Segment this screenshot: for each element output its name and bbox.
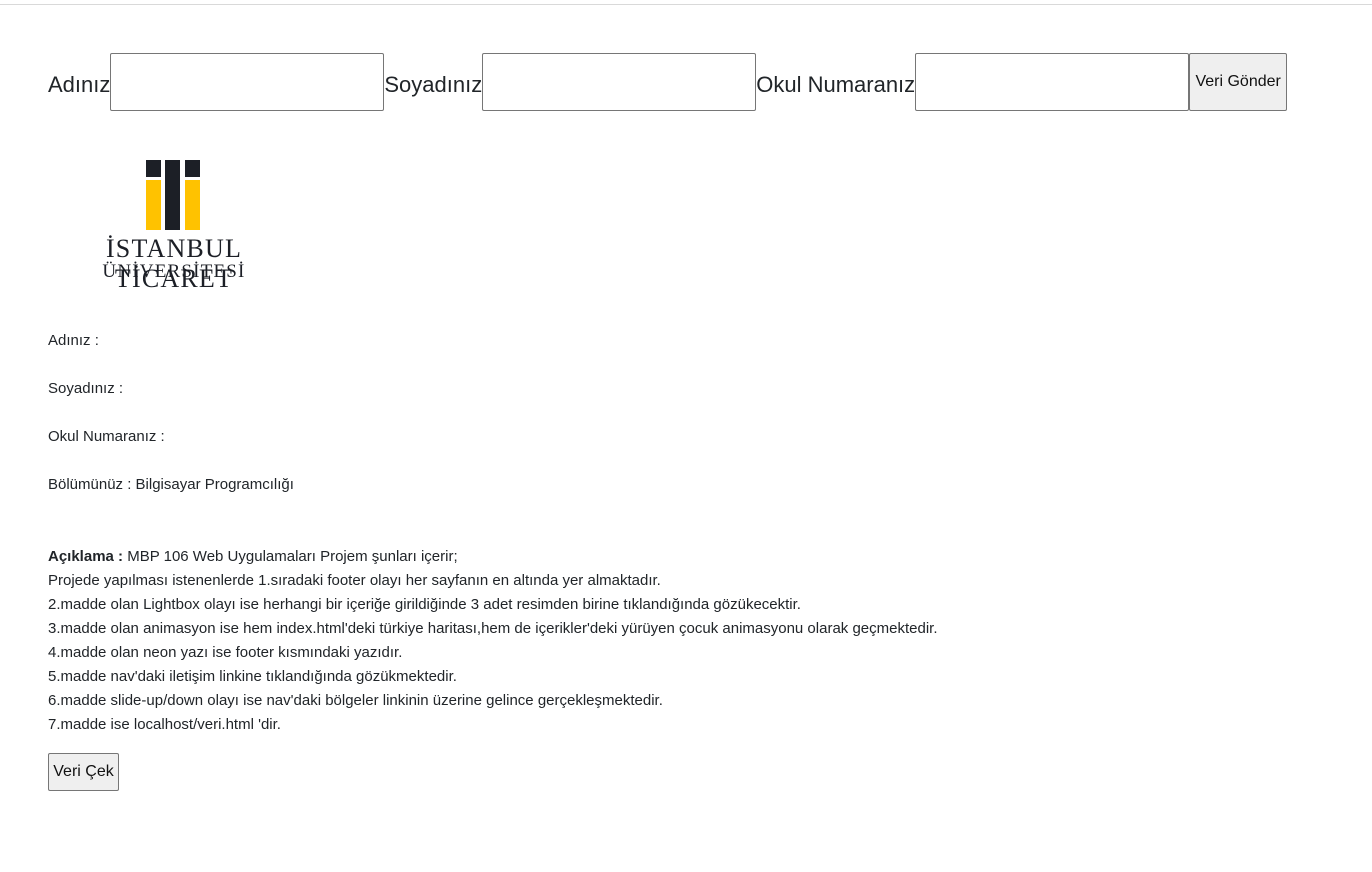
last-name-label: Soyadınız [384,72,483,97]
description-block: Açıklama : MBP 106 Web Uygulamaları Proj… [48,545,938,737]
university-logo: İSTANBUL TİCARET ÜNİVERSİTESİ [48,160,300,293]
info-first-name: Adınız : [48,332,99,349]
description-line: 2.madde olan Lightbox olayı ise herhangi… [48,596,801,613]
submit-button[interactable]: Veri Gönder [1189,53,1288,111]
top-divider [0,4,1372,5]
description-line: 4.madde olan neon yazı ise footer kısmın… [48,644,403,661]
student-number-input[interactable] [915,53,1190,111]
first-name-label: Adınız [48,72,111,97]
description-line: 3.madde olan animasyon ise hem index.htm… [48,620,938,637]
logo-university-subtitle: ÜNİVERSİTESİ [102,261,246,282]
description-line: 6.madde slide-up/down olayı ise nav'daki… [48,692,663,709]
description-line: 5.madde nav'daki iletişim linkine tıklan… [48,668,457,685]
info-student-number: Okul Numaranız : [48,428,165,445]
description-line: 7.madde ise localhost/veri.html 'dir. [48,716,281,733]
description-intro: MBP 106 Web Uygulamaları Projem şunları … [123,548,458,565]
info-last-name: Soyadınız : [48,380,124,397]
description-line: Projede yapılması istenenlerde 1.sıradak… [48,572,661,589]
description-heading: Açıklama : [48,548,124,565]
fetch-data-button[interactable]: Veri Çek [48,753,119,791]
first-name-input[interactable] [110,53,385,111]
description-intro-line: Açıklama : MBP 106 Web Uygulamaları Proj… [48,545,938,569]
info-department: Bölümünüz : Bilgisayar Programcılığı [48,476,294,493]
student-form: Adınız Soyadınız Okul Numaranız Veri Gön… [48,53,1288,111]
logo-mark-icon [146,160,200,230]
student-number-label: Okul Numaranız [756,72,916,97]
last-name-input[interactable] [482,53,757,111]
